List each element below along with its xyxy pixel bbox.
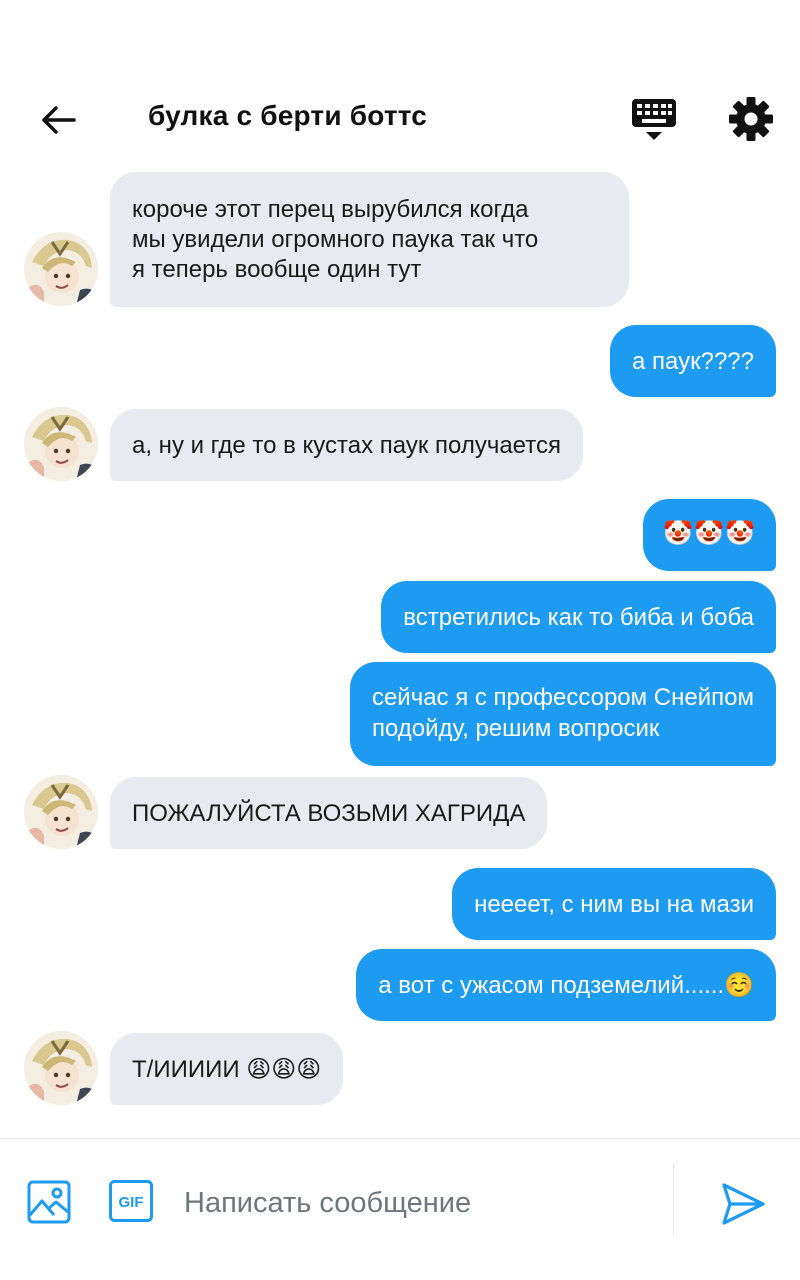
- chat-header: булка с берти боттс: [0, 0, 800, 165]
- avatar[interactable]: [24, 1031, 98, 1105]
- gear-icon: [729, 97, 773, 141]
- message-bubble-outgoing[interactable]: 🤡🤡🤡: [643, 499, 776, 571]
- send-button[interactable]: [718, 1179, 768, 1229]
- message-bubble-incoming[interactable]: Т/ИИИИИ 😩😩😩: [110, 1033, 344, 1105]
- message-bubble-incoming[interactable]: ПОЖАЛУЙСТА ВОЗЬМИ ХАГРИДА: [110, 777, 548, 849]
- keyboard-icon: [632, 99, 676, 140]
- message-bubble-outgoing[interactable]: а вот с ужасом подземелий......☺️: [356, 949, 776, 1021]
- avatar-image: [24, 1031, 98, 1105]
- settings-button[interactable]: [726, 94, 776, 144]
- message-bubble-outgoing[interactable]: а паук????: [610, 325, 776, 397]
- keyboard-button[interactable]: [628, 96, 680, 144]
- avatar[interactable]: [24, 775, 98, 849]
- arrow-left-icon: [42, 106, 76, 134]
- add-image-button[interactable]: [26, 1179, 72, 1225]
- avatar[interactable]: [24, 232, 98, 306]
- message-input[interactable]: [184, 1175, 654, 1231]
- avatar-image: [24, 775, 98, 849]
- composer-divider: [673, 1163, 674, 1235]
- add-gif-button[interactable]: GIF: [108, 1179, 154, 1223]
- send-icon: [722, 1183, 765, 1225]
- chat-title: булка с берти боттс: [148, 100, 428, 131]
- image-icon: [27, 1180, 71, 1224]
- message-bubble-outgoing[interactable]: неееет, с ним вы на мази: [452, 868, 776, 940]
- avatar-image: [24, 407, 98, 481]
- message-bubble-outgoing[interactable]: сейчас я с профессором Снейпом подойду, …: [349, 662, 776, 766]
- avatar-image: [24, 232, 98, 306]
- back-button[interactable]: [34, 96, 82, 144]
- avatar[interactable]: [24, 407, 98, 481]
- message-bubble-incoming[interactable]: короче этот перец вырубился когда мы уви…: [110, 172, 629, 307]
- message-composer: GIF: [0, 1138, 800, 1280]
- message-bubble-outgoing[interactable]: встретились как то биба и боба: [381, 581, 776, 653]
- message-bubble-incoming[interactable]: а, ну и где то в кустах паук получается: [110, 409, 583, 481]
- gif-icon: GIF: [109, 1180, 153, 1222]
- gif-label: GIF: [119, 1194, 144, 1211]
